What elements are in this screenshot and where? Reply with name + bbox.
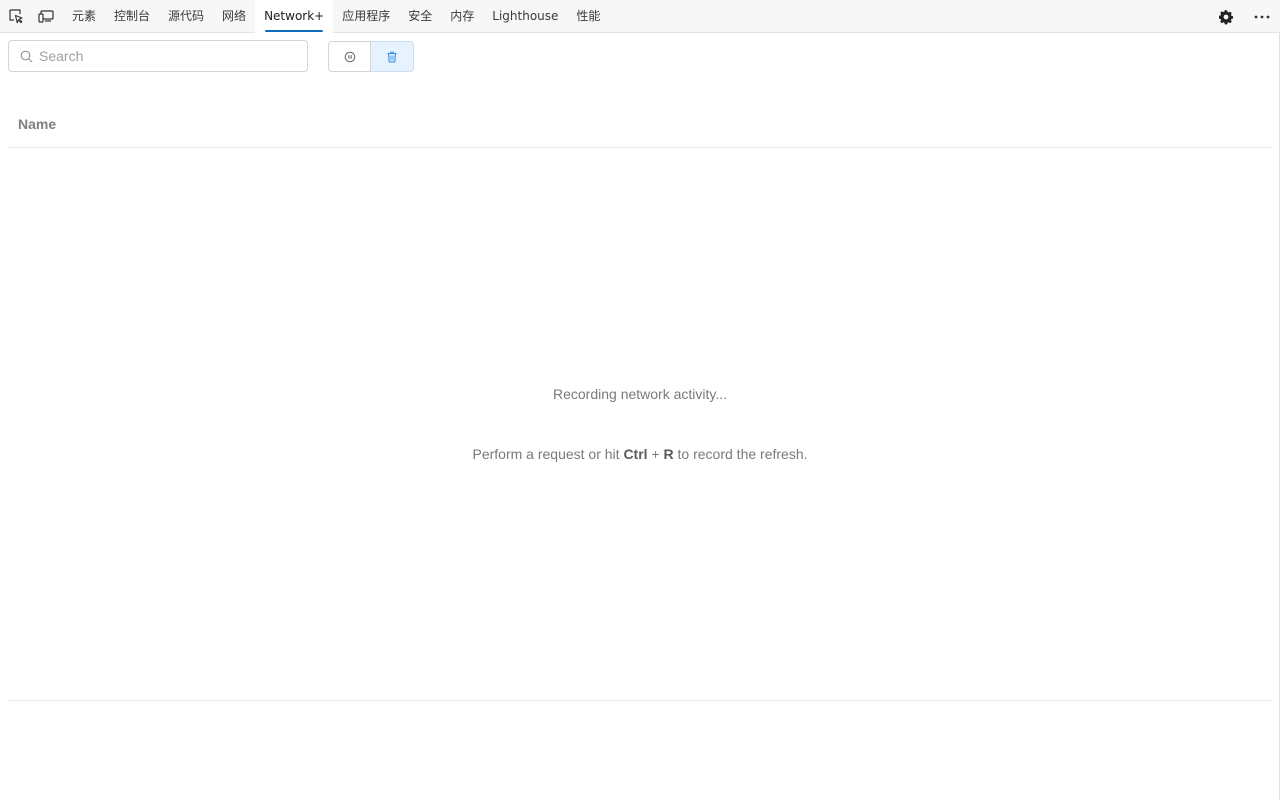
record-button[interactable] [328, 41, 371, 72]
tab-network-plus[interactable]: Network+ [255, 0, 334, 33]
shortcut-key-ctrl: Ctrl [623, 446, 648, 462]
device-emulation-icon[interactable] [36, 6, 56, 26]
empty-state-title: Recording network activity... [552, 386, 728, 402]
tab-performance[interactable]: 性能 [567, 0, 609, 33]
tab-sources[interactable]: 源代码 [159, 0, 213, 33]
clear-button[interactable] [371, 41, 414, 72]
search-box [8, 40, 308, 72]
recording-controls [328, 41, 414, 72]
column-header-name[interactable]: Name [18, 116, 56, 132]
toolbar-right [1210, 0, 1272, 33]
search-icon [20, 50, 33, 62]
search-input[interactable] [39, 48, 299, 64]
tab-lighthouse[interactable]: Lighthouse [483, 0, 567, 33]
request-table-header: Name [8, 101, 1272, 148]
trash-icon [387, 51, 397, 62]
empty-state-hint: Perform a request or hit Ctrl + R to rec… [0, 446, 1280, 462]
shortcut-key-r: R [663, 446, 674, 462]
bottom-divider [8, 700, 1272, 701]
panel-tabs: 元素 控制台 源代码 网络 Network+ 应用程序 安全 内存 Lighth… [63, 0, 609, 33]
tab-elements[interactable]: 元素 [63, 0, 105, 33]
hint-suffix: to record the refresh. [677, 446, 808, 462]
hint-prefix: Perform a request or hit [472, 446, 620, 462]
tab-network[interactable]: 网络 [213, 0, 255, 33]
shortcut-plus: + [651, 446, 660, 462]
tab-memory[interactable]: 内存 [441, 0, 483, 33]
tab-console[interactable]: 控制台 [105, 0, 159, 33]
inspect-element-icon[interactable] [6, 6, 26, 26]
tab-security[interactable]: 安全 [399, 0, 441, 33]
more-options-icon[interactable] [1252, 7, 1272, 27]
devtools-tab-bar: 元素 控制台 源代码 网络 Network+ 应用程序 安全 内存 Lighth… [0, 0, 1280, 33]
tab-application[interactable]: 应用程序 [333, 0, 399, 33]
record-icon [344, 51, 355, 62]
gear-icon[interactable] [1216, 7, 1236, 27]
